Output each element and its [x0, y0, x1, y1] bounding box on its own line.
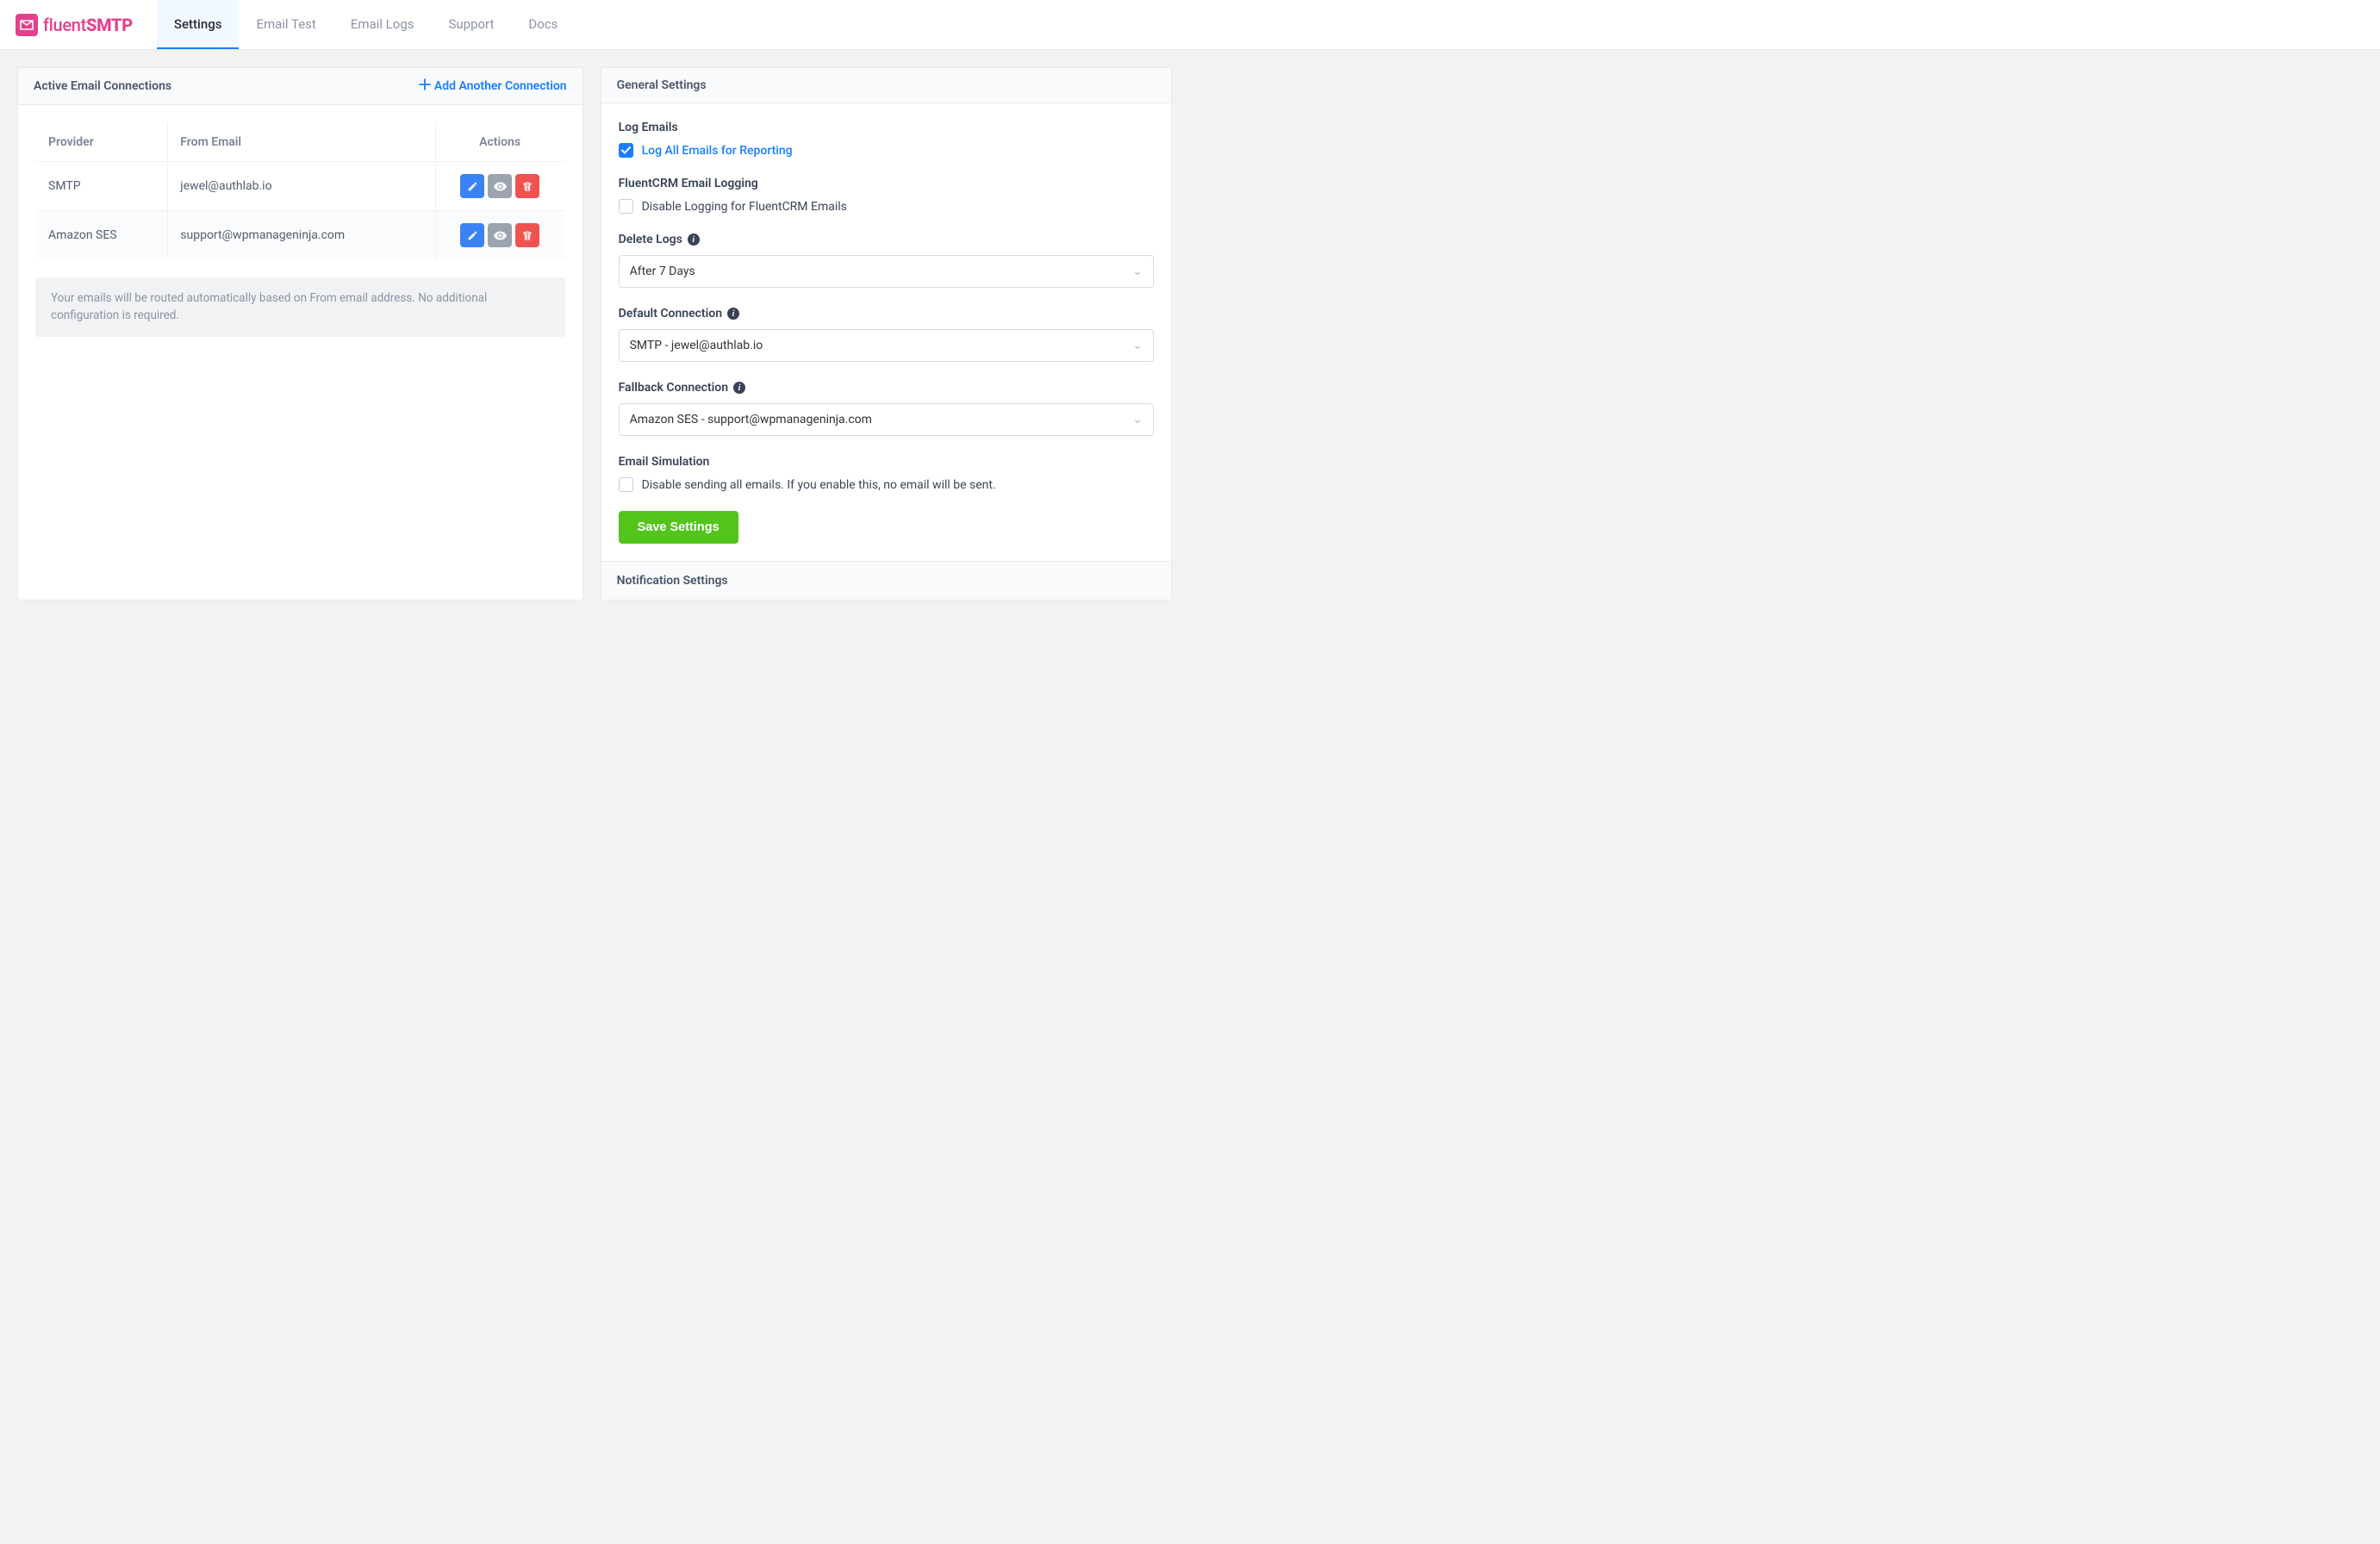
view-button[interactable] — [488, 223, 512, 247]
fluentcrm-label: Disable Logging for FluentCRM Emails — [642, 200, 847, 214]
default-conn-title-text: Default Connection — [619, 307, 722, 321]
delete-logs-title-text: Delete Logs — [619, 233, 682, 246]
simulation-checkbox[interactable] — [619, 477, 633, 492]
fallback-conn-group: Fallback Connection i Amazon SES - suppo… — [619, 381, 1154, 436]
col-provider: Provider — [36, 123, 168, 162]
notification-settings-title: Notification Settings — [617, 574, 728, 588]
add-connection-button[interactable]: Add Another Connection — [419, 78, 567, 94]
table-row: Amazon SESsupport@wpmanageninja.com — [36, 211, 565, 260]
fluentcrm-checkbox-row[interactable]: Disable Logging for FluentCRM Emails — [619, 199, 1154, 214]
delete-logs-group: Delete Logs i After 7 Days ⌄ — [619, 233, 1154, 288]
default-conn-select[interactable]: SMTP - jewel@authlab.io ⌄ — [619, 329, 1154, 362]
simulation-label: Disable sending all emails. If you enabl… — [642, 478, 996, 492]
log-emails-label: Log All Emails for Reporting — [642, 144, 793, 158]
chevron-down-icon: ⌄ — [1132, 265, 1143, 278]
plus-icon — [419, 78, 431, 94]
add-connection-label: Add Another Connection — [434, 79, 567, 93]
delete-logs-select[interactable]: After 7 Days ⌄ — [619, 255, 1154, 288]
info-icon[interactable]: i — [688, 233, 700, 246]
brand-name-2: SMTP — [86, 15, 133, 35]
general-settings-body: Log Emails Log All Emails for Reporting … — [601, 103, 1171, 561]
edit-button[interactable] — [460, 174, 484, 198]
brand-name-1: fluent — [43, 15, 86, 35]
log-emails-checkbox[interactable] — [619, 143, 633, 158]
provider-cell: SMTP — [36, 162, 168, 211]
col-actions: Actions — [435, 123, 564, 162]
top-bar: fluentSMTP SettingsEmail TestEmail LogsS… — [0, 0, 2380, 50]
general-settings-header: General Settings — [601, 68, 1171, 103]
connections-title: Active Email Connections — [34, 79, 171, 93]
chevron-down-icon: ⌄ — [1132, 339, 1143, 352]
default-conn-value: SMTP - jewel@authlab.io — [630, 339, 763, 352]
save-settings-button[interactable]: Save Settings — [619, 511, 738, 544]
delete-button[interactable] — [515, 174, 539, 198]
log-emails-title: Log Emails — [619, 121, 1154, 134]
nav-tabs: SettingsEmail TestEmail LogsSupportDocs — [157, 0, 576, 49]
simulation-group: Email Simulation Disable sending all ema… — [619, 455, 1154, 492]
chevron-down-icon: ⌄ — [1132, 413, 1143, 426]
fallback-conn-title-text: Fallback Connection — [619, 381, 728, 395]
tab-docs[interactable]: Docs — [511, 0, 575, 49]
actions-cell — [435, 211, 564, 260]
default-conn-group: Default Connection i SMTP - jewel@authla… — [619, 307, 1154, 362]
from-email-cell: jewel@authlab.io — [168, 162, 435, 211]
info-icon[interactable]: i — [733, 382, 745, 394]
tab-support[interactable]: Support — [431, 0, 511, 49]
provider-cell: Amazon SES — [36, 211, 168, 260]
fallback-conn-title: Fallback Connection i — [619, 381, 1154, 395]
general-settings-panel: General Settings Log Emails Log All Emai… — [601, 67, 1172, 601]
log-emails-checkbox-row[interactable]: Log All Emails for Reporting — [619, 143, 1154, 158]
logo-mark-icon — [16, 14, 38, 36]
simulation-checkbox-row[interactable]: Disable sending all emails. If you enabl… — [619, 477, 1154, 492]
default-conn-title: Default Connection i — [619, 307, 1154, 321]
tab-settings[interactable]: Settings — [157, 0, 240, 49]
general-settings-title: General Settings — [617, 78, 707, 92]
fallback-conn-value: Amazon SES - support@wpmanageninja.com — [630, 413, 872, 426]
tab-email-logs[interactable]: Email Logs — [333, 0, 432, 49]
fluentcrm-group: FluentCRM Email Logging Disable Logging … — [619, 177, 1154, 214]
notification-settings-header[interactable]: Notification Settings — [601, 561, 1171, 600]
info-icon[interactable]: i — [727, 308, 739, 320]
fluentcrm-title: FluentCRM Email Logging — [619, 177, 1154, 190]
routing-hint: Your emails will be routed automatically… — [35, 277, 565, 337]
simulation-title: Email Simulation — [619, 455, 1154, 469]
connections-panel: Active Email Connections Add Another Con… — [17, 67, 583, 601]
connections-panel-header: Active Email Connections Add Another Con… — [18, 68, 583, 105]
actions-cell — [435, 162, 564, 211]
connections-table: Provider From Email Actions SMTPjewel@au… — [35, 122, 565, 260]
main-container: Active Email Connections Add Another Con… — [0, 50, 1189, 618]
view-button[interactable] — [488, 174, 512, 198]
delete-logs-title: Delete Logs i — [619, 233, 1154, 246]
table-row: SMTPjewel@authlab.io — [36, 162, 565, 211]
delete-logs-value: After 7 Days — [630, 265, 695, 278]
fallback-conn-select[interactable]: Amazon SES - support@wpmanageninja.com ⌄ — [619, 403, 1154, 436]
tab-email-test[interactable]: Email Test — [239, 0, 333, 49]
from-email-cell: support@wpmanageninja.com — [168, 211, 435, 260]
fluentcrm-checkbox[interactable] — [619, 199, 633, 214]
edit-button[interactable] — [460, 223, 484, 247]
delete-button[interactable] — [515, 223, 539, 247]
brand-text: fluentSMTP — [43, 15, 133, 35]
log-emails-group: Log Emails Log All Emails for Reporting — [619, 121, 1154, 158]
col-from-email: From Email — [168, 123, 435, 162]
connections-body: Provider From Email Actions SMTPjewel@au… — [18, 105, 583, 354]
brand-logo: fluentSMTP — [16, 14, 133, 36]
